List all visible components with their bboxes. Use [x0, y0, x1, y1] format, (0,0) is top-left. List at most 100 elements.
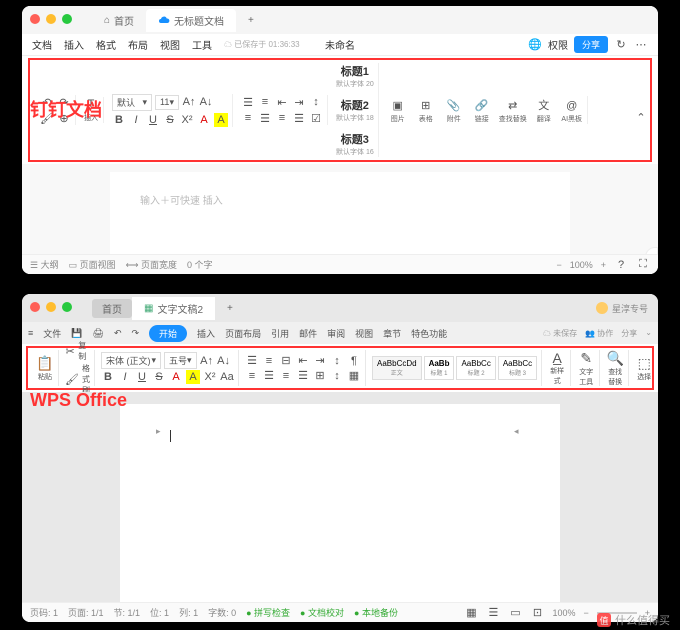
minimize-icon[interactable]: [46, 14, 56, 24]
number-icon[interactable]: ≡: [258, 95, 272, 109]
tab-add[interactable]: +: [215, 299, 245, 318]
globe-icon[interactable]: 🌐: [528, 38, 542, 52]
brush-icon[interactable]: 🖌: [65, 373, 79, 387]
number-icon[interactable]: ≡: [262, 354, 276, 368]
tab-document[interactable]: ▦文字文稿2: [132, 297, 215, 320]
lineheight-icon[interactable]: ↕: [309, 95, 323, 109]
menu-mail[interactable]: 邮件: [299, 327, 317, 340]
ai-button[interactable]: @AI黑板: [561, 96, 583, 124]
coop-button[interactable]: 👥 协作: [585, 328, 613, 339]
image-button[interactable]: ▣图片: [387, 96, 409, 124]
close-icon[interactable]: [30, 14, 40, 24]
share-button[interactable]: 分享: [574, 36, 608, 53]
find-button[interactable]: ⇄查找替换: [499, 96, 527, 124]
tab-add[interactable]: +: [236, 11, 266, 30]
justify-icon[interactable]: ☰: [292, 111, 306, 125]
strike-icon[interactable]: S: [152, 370, 166, 384]
style-h1[interactable]: AaBb标题 1: [424, 356, 455, 380]
link-button[interactable]: 🔗链接: [471, 96, 493, 124]
redo-icon[interactable]: ↷: [131, 328, 139, 339]
menu-file[interactable]: 文件: [43, 327, 61, 340]
underline-icon[interactable]: U: [146, 113, 160, 127]
bold-icon[interactable]: B: [112, 113, 126, 127]
chevron-icon[interactable]: ⌄: [645, 328, 652, 339]
view1-icon[interactable]: ▦: [464, 606, 478, 620]
sort-icon[interactable]: ↕: [330, 354, 344, 368]
pagewidth-toggle[interactable]: ⟷ 页面宽度: [126, 258, 177, 271]
newstyle-button[interactable]: A̲新样式: [544, 350, 571, 386]
menu-chapter[interactable]: 章节: [383, 327, 401, 340]
align-right-icon[interactable]: ≡: [275, 111, 289, 125]
maximize-icon[interactable]: [62, 302, 72, 312]
task-icon[interactable]: ☑: [309, 111, 323, 125]
zoom-level[interactable]: 100%: [552, 608, 575, 618]
menu-file[interactable]: 文档: [32, 37, 52, 52]
attach-button[interactable]: 📎附件: [443, 96, 465, 124]
heading2[interactable]: 标题2默认字体 18: [336, 97, 374, 123]
indent-icon[interactable]: ⇥: [292, 95, 306, 109]
color-icon[interactable]: A: [197, 113, 211, 127]
outdent-icon[interactable]: ⇤: [275, 95, 289, 109]
distribute-icon[interactable]: ⊞: [313, 369, 327, 383]
heading1[interactable]: 标题1默认字体 20: [336, 63, 374, 89]
align-right-icon[interactable]: ≡: [279, 369, 293, 383]
view3-icon[interactable]: ▭: [508, 606, 522, 620]
view2-icon[interactable]: ☰: [486, 606, 500, 620]
fullscreen-icon[interactable]: ⛶: [636, 258, 650, 272]
menu-ref[interactable]: 引用: [271, 327, 289, 340]
find-button[interactable]: 🔍查找替换: [602, 350, 629, 386]
user-label[interactable]: 星淳专号: [596, 302, 658, 315]
spell-check[interactable]: ● 拼写检查: [246, 606, 290, 619]
font-inc-icon[interactable]: A↑: [200, 354, 214, 368]
justify-icon[interactable]: ☰: [296, 369, 310, 383]
menu-icon[interactable]: ≡: [28, 328, 33, 338]
backup[interactable]: ● 本地备份: [354, 606, 398, 619]
undo-icon[interactable]: ↶: [114, 328, 122, 339]
collapse-icon[interactable]: ⌃: [634, 110, 648, 124]
zoom-in[interactable]: +: [601, 260, 606, 270]
align-left-icon[interactable]: ≡: [245, 369, 259, 383]
bullet-icon[interactable]: ☰: [241, 95, 255, 109]
tab-home[interactable]: 首页: [92, 299, 132, 318]
sup-icon[interactable]: X²: [203, 370, 217, 384]
permission-button[interactable]: 权限: [548, 37, 568, 52]
cut-icon[interactable]: ✂: [65, 344, 75, 358]
menu-start[interactable]: 开始: [149, 325, 187, 342]
style-h3[interactable]: AaBbCc标题 3: [498, 356, 537, 380]
history-icon[interactable]: ↻: [614, 38, 628, 52]
style-normal[interactable]: AaBbCcDd正文: [372, 356, 422, 380]
case-icon[interactable]: Aa: [220, 370, 234, 384]
menu-special[interactable]: 特色功能: [411, 327, 447, 340]
doc-support[interactable]: ● 文档校对: [300, 606, 344, 619]
pageview-toggle[interactable]: ▭ 页面视图: [69, 258, 116, 271]
align-left-icon[interactable]: ≡: [241, 111, 255, 125]
multilevel-icon[interactable]: ⊟: [279, 354, 293, 368]
menu-review[interactable]: 审阅: [327, 327, 345, 340]
menu-format[interactable]: 格式: [96, 37, 116, 52]
close-icon[interactable]: [30, 302, 40, 312]
highlight-icon[interactable]: A: [214, 113, 228, 127]
highlight-icon[interactable]: A: [186, 370, 200, 384]
style-h2[interactable]: AaBbCc标题 2: [456, 356, 495, 380]
zoom-out[interactable]: −: [583, 608, 588, 618]
translate-button[interactable]: 文翻译: [533, 96, 555, 124]
align-center-icon[interactable]: ☰: [258, 111, 272, 125]
outline-toggle[interactable]: ☰ 大纲: [30, 258, 59, 271]
shading-icon[interactable]: ▦: [347, 369, 361, 383]
menu-layout[interactable]: 布局: [128, 37, 148, 52]
italic-icon[interactable]: I: [129, 113, 143, 127]
outdent-icon[interactable]: ⇤: [296, 354, 310, 368]
menu-insert[interactable]: 插入: [197, 327, 215, 340]
underline-icon[interactable]: U: [135, 370, 149, 384]
indent-icon[interactable]: ⇥: [313, 354, 327, 368]
size-select[interactable]: 11 ▾: [155, 95, 179, 110]
page-num[interactable]: 页码: 1: [30, 606, 58, 619]
view4-icon[interactable]: ⊡: [530, 606, 544, 620]
maximize-icon[interactable]: [62, 14, 72, 24]
minimize-icon[interactable]: [46, 302, 56, 312]
align-center-icon[interactable]: ☰: [262, 369, 276, 383]
font-select[interactable]: 默认 ▾: [112, 94, 152, 111]
tab-document[interactable]: 无标题文档: [146, 9, 236, 32]
word-count[interactable]: 字数: 0: [208, 606, 236, 619]
textool-button[interactable]: ✎文字工具: [573, 350, 600, 386]
